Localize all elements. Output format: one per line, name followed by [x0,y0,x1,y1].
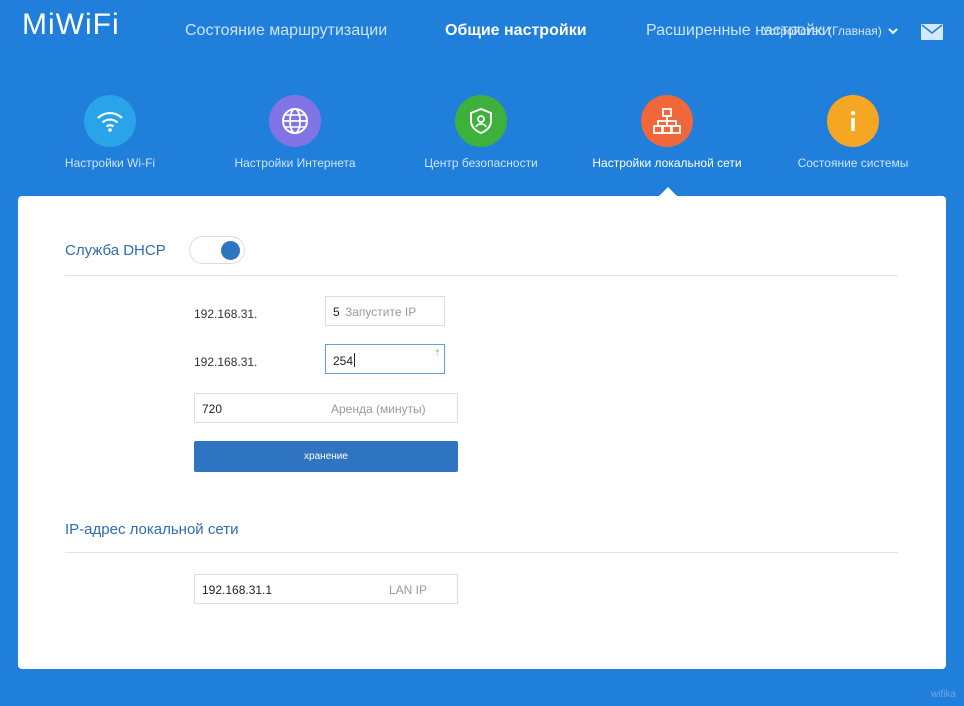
lease-time-input[interactable]: 720 Аренда (минуты) [194,393,458,423]
shield-user-icon [455,95,507,147]
tile-label: Центр безопасности [424,156,538,170]
tile-internet-settings[interactable]: Настройки Интернета [205,90,385,170]
end-ip-value: 254 [333,354,354,368]
top-bar: MiWiFi Состояние маршрутизации Общие нас… [0,0,964,64]
lan-ip-section-title: IP-адрес локальной сети [65,521,239,538]
miwifi-logo[interactable]: MiWiFi [22,8,120,42]
mail-icon[interactable] [921,24,943,40]
text-caret [354,353,356,367]
wifi-icon [84,95,136,147]
divider [65,552,898,553]
save-button[interactable]: хранение [194,441,458,472]
input-hint-icon: ⇡ [433,348,441,358]
toggle-knob [221,241,240,260]
nav-general-settings[interactable]: Общие настройки [445,22,587,40]
lan-ip-value: 192.168.31.1 [202,583,273,597]
device-selector[interactable]: Устройство (Главная) [762,24,898,38]
watermark: wifika [930,689,956,700]
lease-time-value: 720 [202,402,223,416]
nav-routing-status[interactable]: Состояние маршрутизации [185,22,387,40]
tile-wifi-settings[interactable]: Настройки Wi-Fi [20,90,200,170]
lan-ip-input[interactable]: 192.168.31.1 LAN IP [194,574,458,604]
end-ip-input[interactable]: 254 ⇡ [325,344,445,374]
dhcp-toggle[interactable] [189,236,245,264]
tile-label: Настройки Интернета [234,156,356,170]
network-icon [641,95,693,147]
start-ip-value: 5 [333,305,340,319]
divider [65,275,898,276]
tile-label: Настройки локальной сети [592,156,742,170]
device-label: Устройство (Главная) [762,24,882,38]
info-icon [827,95,879,147]
start-ip-input[interactable]: 5 Запустите IP [325,296,445,326]
dhcp-section-title: Служба DHCP [65,242,166,259]
end-ip-prefix: 192.168.31. [194,355,258,369]
lease-time-placeholder: Аренда (минуты) [331,402,426,416]
tile-label: Настройки Wi-Fi [64,156,156,170]
tile-label: Состояние системы [797,156,909,170]
start-ip-placeholder: Запустите IP [345,305,417,319]
lan-settings-panel: Служба DHCP 192.168.31. 5 Запустите IP 1… [18,196,946,669]
tile-system-status[interactable]: Состояние системы [763,90,943,170]
tile-security-center[interactable]: Центр безопасности [391,90,571,170]
globe-icon [269,95,321,147]
tile-lan-settings[interactable]: Настройки локальной сети [577,90,757,170]
start-ip-prefix: 192.168.31. [194,307,258,321]
settings-categories: Настройки Wi-Fi Настройки Интернета Цент… [0,90,964,200]
lan-ip-placeholder: LAN IP [389,583,428,597]
chevron-down-icon [888,24,898,38]
